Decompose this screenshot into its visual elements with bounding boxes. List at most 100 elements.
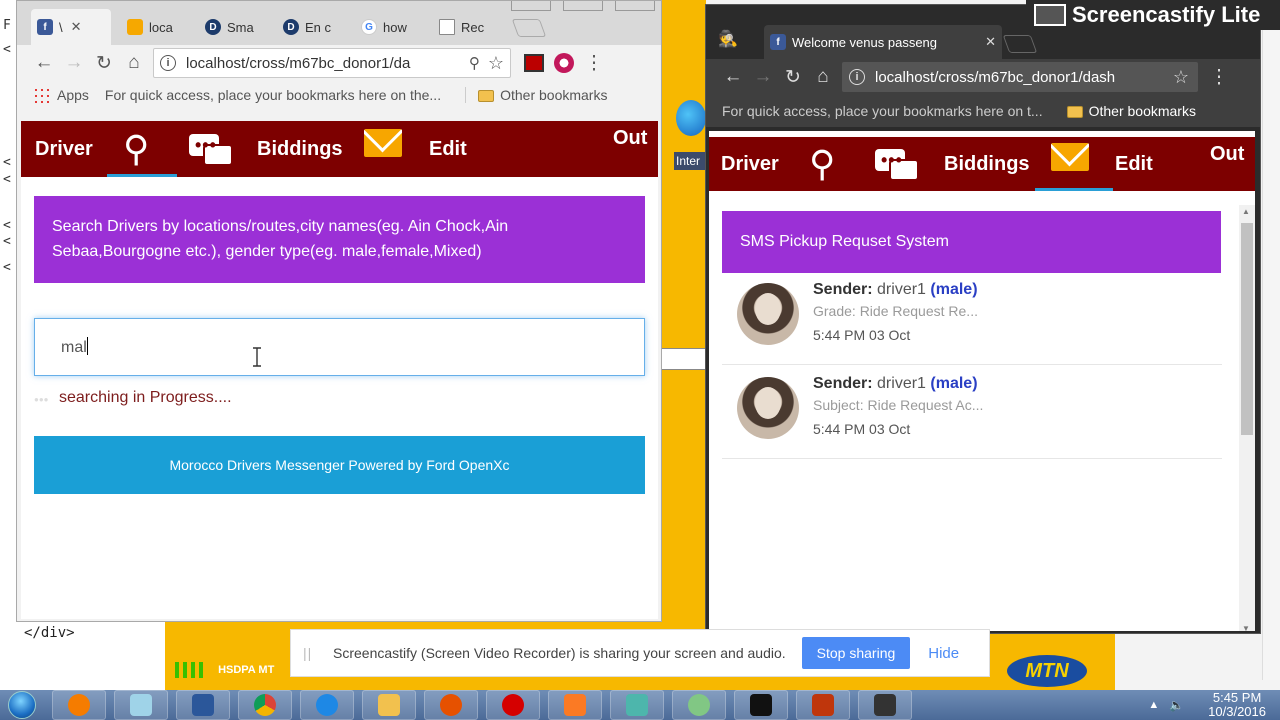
message-item[interactable]: Sender: driver1 (male) Subject: Ride Req… bbox=[722, 367, 1222, 459]
gutter-glyph: < bbox=[3, 172, 11, 187]
taskbar-cmd[interactable] bbox=[734, 690, 788, 720]
close-tab-icon[interactable]: ✕ bbox=[71, 19, 82, 35]
nav-driver[interactable]: Driver bbox=[35, 121, 93, 177]
taskbar-explorer[interactable] bbox=[362, 690, 416, 720]
minimize-button[interactable] bbox=[511, 1, 551, 11]
extension-opera-icon[interactable] bbox=[549, 49, 579, 77]
google-icon: G bbox=[361, 19, 377, 35]
tab-facebook[interactable]: f \ ✕ bbox=[31, 9, 111, 45]
apps-link[interactable]: Apps bbox=[57, 87, 89, 103]
search-icon[interactable]: ⚲ bbox=[809, 137, 835, 191]
home-icon[interactable]: ⌂ bbox=[119, 49, 149, 77]
page-scrollbar[interactable]: ▲ ▼ bbox=[1239, 205, 1255, 633]
tab-sma[interactable]: D Sma bbox=[199, 9, 275, 45]
search-instructions-banner: Search Drivers by locations/routes,city … bbox=[34, 196, 645, 283]
search-icon[interactable]: ⚲ bbox=[123, 121, 149, 177]
tab-phpmyadmin[interactable]: loca bbox=[121, 9, 193, 45]
left-page: Driver ⚲ ••• Biddings Edit Out Search Dr… bbox=[21, 121, 658, 619]
taskbar-xampp[interactable] bbox=[548, 690, 602, 720]
taskbar-avast[interactable] bbox=[52, 690, 106, 720]
reload-icon[interactable]: ↻ bbox=[89, 49, 119, 77]
mail-nav[interactable] bbox=[364, 121, 402, 177]
taskbar-chrome[interactable] bbox=[238, 690, 292, 720]
taskbar-media[interactable] bbox=[424, 690, 478, 720]
nav-driver[interactable]: Driver bbox=[721, 137, 779, 191]
hide-button[interactable]: Hide bbox=[928, 645, 959, 662]
scroll-up-icon[interactable]: ▲ bbox=[1242, 207, 1250, 216]
tab-en-c[interactable]: D En c bbox=[277, 9, 353, 45]
taskbar-filezilla[interactable] bbox=[796, 690, 850, 720]
message-item[interactable]: Sender: driver1 (male) Grade: Ride Reque… bbox=[722, 273, 1222, 365]
address-bar[interactable]: i localhost/cross/m67bc_donor1/da ⚲ ☆ bbox=[153, 48, 511, 78]
star-icon[interactable]: ☆ bbox=[488, 53, 504, 74]
taskbar-photos[interactable] bbox=[610, 690, 664, 720]
sender-gender: (male) bbox=[930, 375, 978, 392]
forward-arrow-icon[interactable]: → bbox=[748, 63, 778, 91]
reload-icon[interactable]: ↻ bbox=[778, 63, 808, 91]
maximize-button[interactable] bbox=[563, 1, 603, 11]
windows-taskbar: ▲ 🔈 5:45 PM 10/3/2016 bbox=[0, 690, 1280, 720]
back-arrow-icon[interactable]: ← bbox=[718, 63, 748, 91]
info-icon[interactable]: i bbox=[160, 55, 176, 71]
address-bar[interactable]: i localhost/cross/m67bc_donor1/dash ☆ bbox=[842, 62, 1198, 92]
apps-grid-icon[interactable] bbox=[33, 87, 49, 103]
chat-nav[interactable]: ••• bbox=[189, 121, 233, 177]
key-icon[interactable]: ⚲ bbox=[469, 54, 480, 72]
nav-edit[interactable]: Edit bbox=[429, 121, 467, 177]
ie-icon bbox=[676, 100, 706, 136]
start-button[interactable] bbox=[0, 690, 44, 720]
back-arrow-icon[interactable]: ← bbox=[29, 49, 59, 77]
system-clock[interactable]: 5:45 PM 10/3/2016 bbox=[1194, 691, 1280, 719]
star-icon[interactable]: ☆ bbox=[1173, 67, 1189, 88]
chat-icon: ••• bbox=[189, 132, 233, 166]
close-window-button[interactable] bbox=[615, 1, 655, 11]
driver-search-input[interactable]: mal bbox=[34, 318, 645, 376]
tab-google[interactable]: Ghow bbox=[355, 9, 431, 45]
nav-biddings[interactable]: Biddings bbox=[257, 121, 343, 177]
nav-edit[interactable]: Edit bbox=[1115, 137, 1153, 191]
tab-rec[interactable]: Rec bbox=[433, 9, 509, 45]
scrollbar-thumb[interactable] bbox=[1241, 223, 1253, 435]
tab-welcome[interactable]: f Welcome venus passeng ✕ bbox=[764, 25, 1002, 59]
extension-filmstrip-icon[interactable] bbox=[519, 49, 549, 77]
chat-nav[interactable]: ••• bbox=[875, 137, 919, 191]
info-icon[interactable]: i bbox=[849, 69, 865, 85]
site-navbar: Driver ⚲ ••• Biddings Edit Out bbox=[709, 137, 1255, 191]
tab-label: En c bbox=[305, 19, 332, 35]
xampp-icon bbox=[564, 694, 586, 716]
home-icon[interactable]: ⌂ bbox=[808, 63, 838, 91]
taskbar-video[interactable] bbox=[858, 690, 912, 720]
mail-nav[interactable] bbox=[1051, 137, 1089, 191]
new-tab-button[interactable] bbox=[1002, 35, 1038, 53]
right-page: Driver ⚲ ••• Biddings Edit Out SMS Picku… bbox=[709, 131, 1255, 633]
new-tab-button[interactable] bbox=[511, 19, 547, 37]
nav-logout[interactable]: Out bbox=[1210, 137, 1244, 191]
ibeam-cursor-icon bbox=[253, 347, 261, 367]
menu-icon[interactable]: ⋮ bbox=[1204, 63, 1234, 91]
loading-dots-icon: ●●● bbox=[34, 395, 49, 404]
facebook-icon: f bbox=[37, 19, 53, 35]
close-tab-icon[interactable]: ✕ bbox=[985, 34, 996, 50]
stop-sharing-button[interactable]: Stop sharing bbox=[801, 637, 911, 669]
nav-biddings[interactable]: Biddings bbox=[944, 137, 1030, 191]
volume-icon[interactable]: 🔈 bbox=[1169, 698, 1184, 712]
taskbar-paint[interactable] bbox=[672, 690, 726, 720]
other-bookmarks[interactable]: Other bookmarks bbox=[1066, 103, 1196, 119]
other-bookmarks[interactable]: Other bookmarks bbox=[465, 87, 607, 103]
message-list: Sender: driver1 (male) Grade: Ride Reque… bbox=[722, 273, 1222, 473]
scroll-down-icon[interactable]: ▼ bbox=[1242, 624, 1250, 633]
taskbar-ie[interactable] bbox=[300, 690, 354, 720]
drag-handle-icon[interactable]: || bbox=[303, 645, 317, 661]
taskbar-opera[interactable] bbox=[486, 690, 540, 720]
bookmarks-hint: For quick access, place your bookmarks h… bbox=[104, 87, 442, 103]
taskbar-word[interactable] bbox=[176, 690, 230, 720]
nav-logout[interactable]: Out bbox=[613, 121, 647, 177]
tab-label: Welcome venus passeng bbox=[792, 34, 938, 50]
desktop-scrollbar[interactable] bbox=[1262, 30, 1280, 680]
forward-arrow-icon[interactable]: → bbox=[59, 49, 89, 77]
other-bookmarks-label: Other bookmarks bbox=[500, 87, 608, 103]
taskbar-notepad[interactable] bbox=[114, 690, 168, 720]
tray-arrow-icon[interactable]: ▲ bbox=[1148, 699, 1159, 711]
other-bookmarks-label: Other bookmarks bbox=[1088, 103, 1196, 119]
menu-icon[interactable]: ⋮ bbox=[579, 49, 609, 77]
